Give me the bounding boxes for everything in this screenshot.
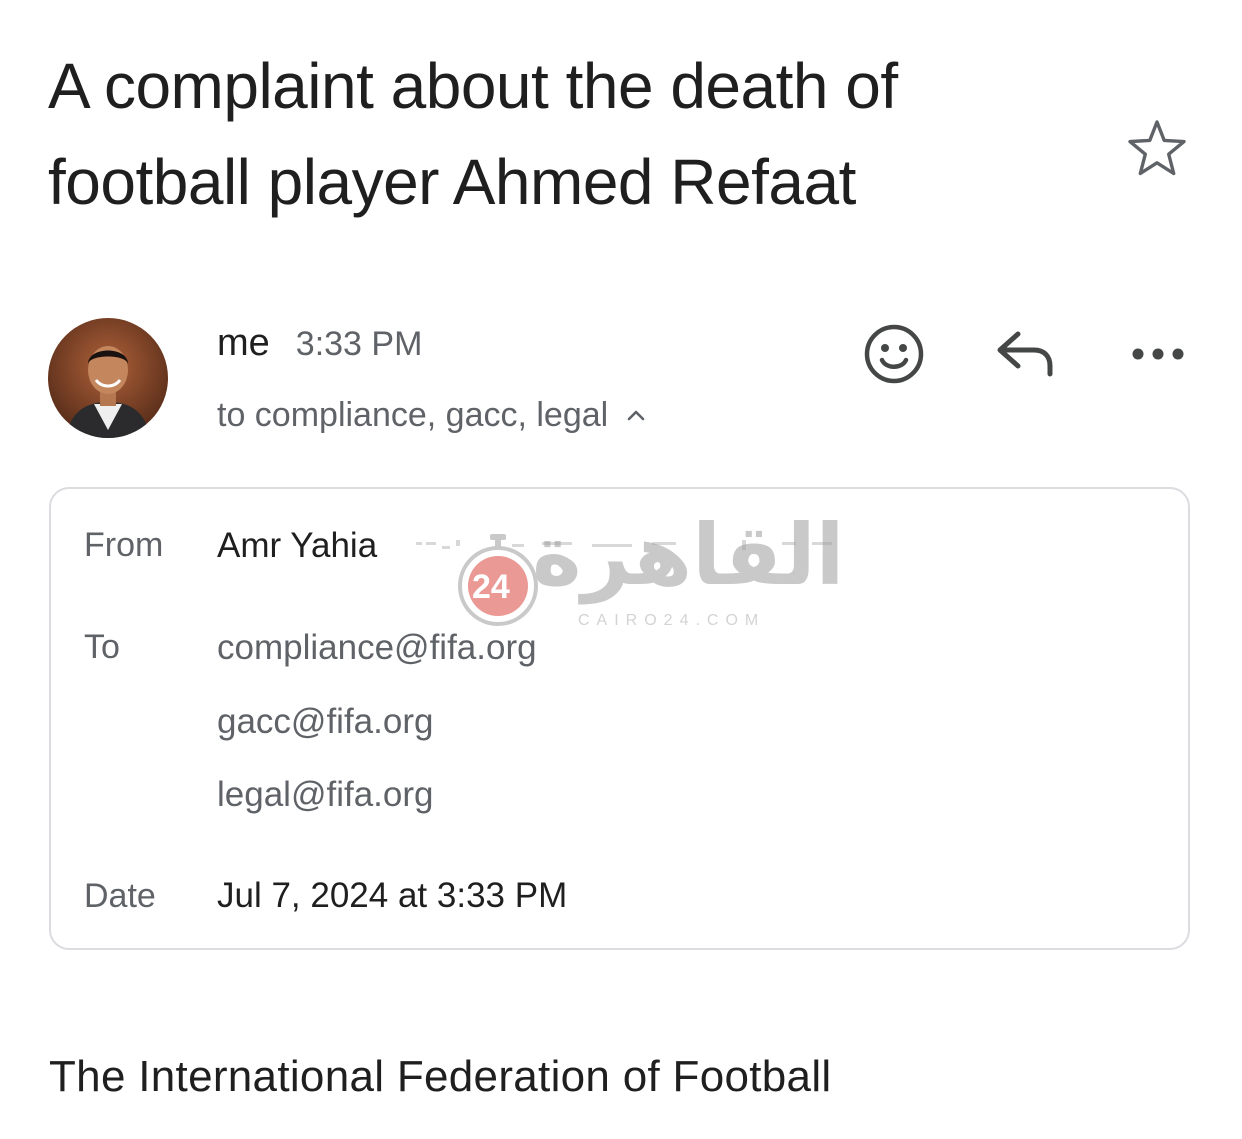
sent-time: 3:33 PM: [295, 325, 423, 363]
star-button[interactable]: [1126, 118, 1188, 180]
to-address[interactable]: gacc@fifa.org: [217, 702, 433, 742]
avatar-photo: [48, 318, 168, 438]
add-reaction-button[interactable]: [862, 322, 926, 386]
avatar[interactable]: [48, 318, 168, 438]
to-label: To: [84, 628, 120, 666]
watermark-badge-text: 24: [472, 568, 510, 606]
from-name: Amr Yahia: [217, 526, 378, 565]
watermark: 24 القاهرة CAIRO24.COM: [446, 506, 844, 632]
date-label: Date: [84, 877, 156, 915]
email-subject: A complaint about the death of football …: [48, 50, 898, 218]
recipients-toggle[interactable]: to compliance, gacc, legal: [217, 392, 648, 438]
reply-button[interactable]: [994, 326, 1058, 386]
to-address[interactable]: legal@fifa.org: [217, 775, 433, 815]
sender-name: me: [217, 322, 270, 364]
watermark-arabic: القاهرة: [532, 506, 845, 604]
add-reaction-icon: [864, 324, 924, 384]
watermark-site: CAIRO24.COM: [578, 612, 766, 629]
message-body-line: The International Federation of Football: [49, 1052, 832, 1101]
more-horizontal-icon: [1132, 348, 1184, 360]
star-outline-icon: [1128, 120, 1186, 176]
from-label: From: [84, 526, 164, 564]
chevron-up-icon: [627, 410, 645, 421]
recipients-summary: to compliance, gacc, legal: [217, 395, 609, 434]
more-options-button[interactable]: [1128, 336, 1188, 372]
to-address[interactable]: compliance@fifa.org: [217, 628, 537, 668]
reply-icon: [997, 331, 1053, 377]
date-value: Jul 7, 2024 at 3:33 PM: [217, 876, 568, 915]
